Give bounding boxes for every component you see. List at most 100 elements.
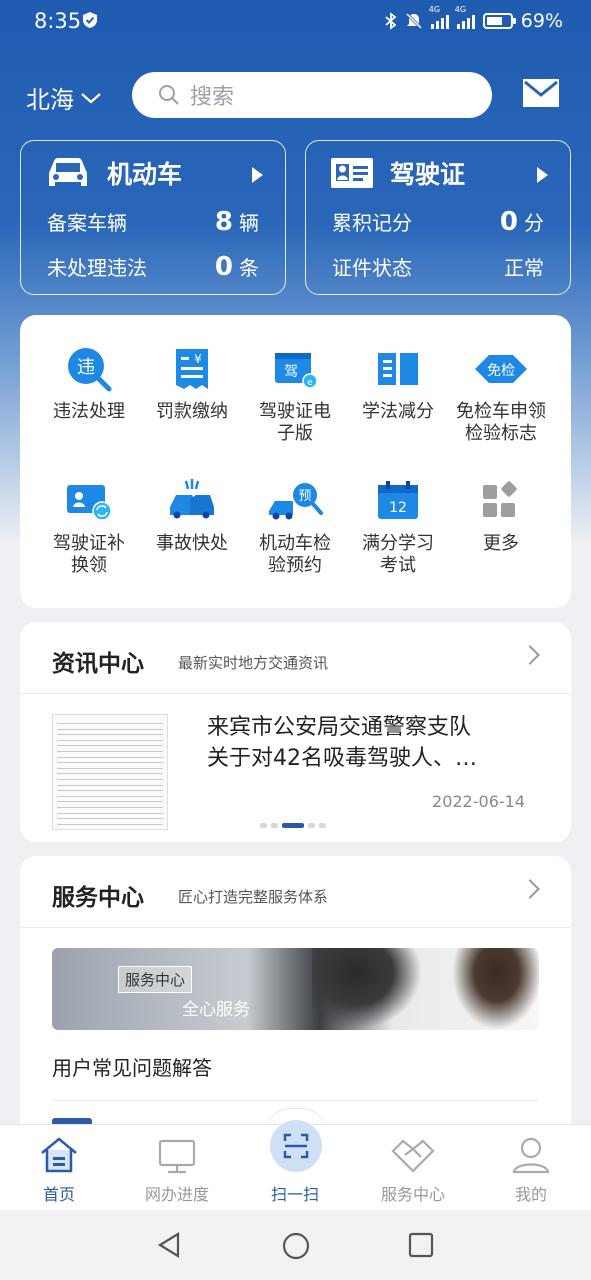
thumbnail-table-line [57,762,163,764]
vehicle-row-value: 0 [214,252,233,282]
service-study[interactable]: 学法减分 [343,345,453,423]
service-label: 事故快处 [156,533,228,554]
thumbnail-table-line [57,734,163,736]
service-fine[interactable]: ¥ 罚款缴纳 [137,345,247,423]
service-violation[interactable]: 违 违法处理 [34,345,144,423]
tab-service-center[interactable]: 服务中心 [363,1133,463,1205]
recents-icon[interactable] [408,1232,434,1258]
car-icon [49,158,87,186]
thumbnail-table-line [57,801,163,803]
thumbnail-table-line [57,790,163,792]
license-row-label: 证件状态 [332,256,412,280]
search-input[interactable]: 搜索 [132,72,492,118]
status-icons: 4G 4G 69% [385,5,563,32]
news-headline[interactable]: 来宾市公安局交通警察支队 关于对42名吸毒驾驶人、… [207,712,527,774]
service-label: 考试 [380,555,416,576]
service-label: 驾驶证补 [53,533,125,554]
license-row-value: 0 [499,207,518,237]
svg-text:e: e [307,378,313,388]
service-grid: 违 违法处理 ¥ 罚款缴纳 驾e 驾驶证电 子版 学法减分 免检 免检车申领 检… [20,315,571,608]
calendar-icon: 12 [374,477,422,525]
service-label: 验预约 [268,555,322,576]
chevron-right-icon [520,879,540,899]
service-accident[interactable]: 事故快处 [137,477,247,555]
faq-link[interactable]: 用户常见问题解答 [52,1052,212,1081]
inspection-booking-icon: 预 [269,477,323,525]
tab-progress[interactable]: 网办进度 [127,1133,227,1205]
license-card-title: 驾驶证 [390,160,466,189]
thumbnail-table-line [57,773,163,775]
thumbnail-table-line [57,767,163,769]
more-grid-icon [477,477,525,525]
service-banner[interactable]: 服务中心 全心服务 [52,948,539,1030]
thumbnail-table-line [57,756,163,758]
tab-label: 我的 [514,1185,547,1204]
service-label: 免检车申领 [456,401,546,422]
license-renew-icon [65,477,113,525]
thumbnail-table-line [57,795,163,797]
thumbnail-table-line [57,779,163,780]
fine-receipt-icon: ¥ [168,345,216,393]
chevron-down-icon [81,92,101,103]
service-inspection[interactable]: 预 机动车检 验预约 [240,477,350,577]
violation-search-icon: 违 [65,345,113,393]
license-row: 证件状态 正常 [332,252,544,281]
service-renew[interactable]: 驾驶证补 换领 [34,477,144,577]
service-center-title: 服务中心 [52,885,144,911]
signal-icon-2: 4G [455,5,475,29]
news-card: 资讯中心 最新实时地方交通资讯 来宾市公安局交通警察支队 关于对42名吸毒驾驶人… [20,622,571,842]
city-selector[interactable]: 北海 [26,80,102,115]
service-exempt[interactable]: 免检 免检车申领 检验标志 [446,345,556,445]
exempt-badge-icon: 免检 [475,345,527,393]
thumbnail-table-line [57,812,163,814]
home-nav-icon[interactable] [282,1232,310,1260]
service-center-subtitle: 匠心打造完整服务体系 [178,888,329,906]
license-card[interactable]: 驾驶证 累积记分 0分 证件状态 正常 [305,140,571,295]
service-label: 子版 [277,423,313,444]
news-thumbnail[interactable] [52,714,168,830]
e-license-icon: 驾e [271,345,319,393]
tab-mine[interactable]: 我的 [481,1133,581,1205]
news-date: 2022-06-14 [432,792,525,811]
license-row-unit: 分 [524,211,544,235]
license-row: 累积记分 0分 [332,207,544,237]
divider [52,1100,539,1101]
service-label: 驾驶证电 [259,401,331,422]
handshake-icon [391,1139,435,1173]
caret-right-icon [537,167,548,183]
svg-text:违: 违 [77,357,95,378]
vehicle-row-value: 8 [214,207,233,237]
service-label: 更多 [483,533,519,554]
service-full-score[interactable]: 12 满分学习 考试 [343,477,453,577]
service-label: 换领 [71,555,107,576]
service-more[interactable]: 更多 [446,477,556,555]
vehicle-card[interactable]: 机动车 备案车辆 8辆 未处理违法 0条 [20,140,286,295]
vehicle-row-unit: 条 [239,256,259,280]
tab-home[interactable]: 首页 [9,1133,109,1205]
tab-label: 扫一扫 [270,1185,319,1204]
vehicle-row-label: 未处理违法 [47,256,147,280]
status-bar: 8:35 4G 4G 69% [0,0,591,44]
back-icon[interactable] [156,1232,182,1258]
vehicle-card-title: 机动车 [107,160,183,189]
news-header[interactable]: 资讯中心 最新实时地方交通资讯 [20,622,571,694]
battery-level [486,17,502,25]
accident-icon [168,477,216,525]
vehicle-row: 未处理违法 0条 [47,252,259,282]
news-subtitle: 最新实时地方交通资讯 [178,654,329,672]
carousel-indicator [260,823,326,828]
thumbnail-table-line [57,723,163,724]
service-center-header[interactable]: 服务中心 匠心打造完整服务体系 [20,856,571,928]
banner-person-image [312,948,422,1030]
svg-text:预: 预 [298,489,311,504]
vehicle-row: 备案车辆 8辆 [47,207,259,237]
mail-icon[interactable] [522,78,560,108]
service-label: 满分学习 [362,533,434,554]
service-e-license[interactable]: 驾e 驾驶证电 子版 [240,345,350,445]
scan-button[interactable] [270,1120,322,1172]
search-icon [159,85,179,105]
banner-tag: 服务中心 [118,966,193,993]
service-label: 罚款缴纳 [156,401,228,422]
tab-label: 首页 [42,1185,75,1204]
thumbnail-table-line [57,728,163,730]
